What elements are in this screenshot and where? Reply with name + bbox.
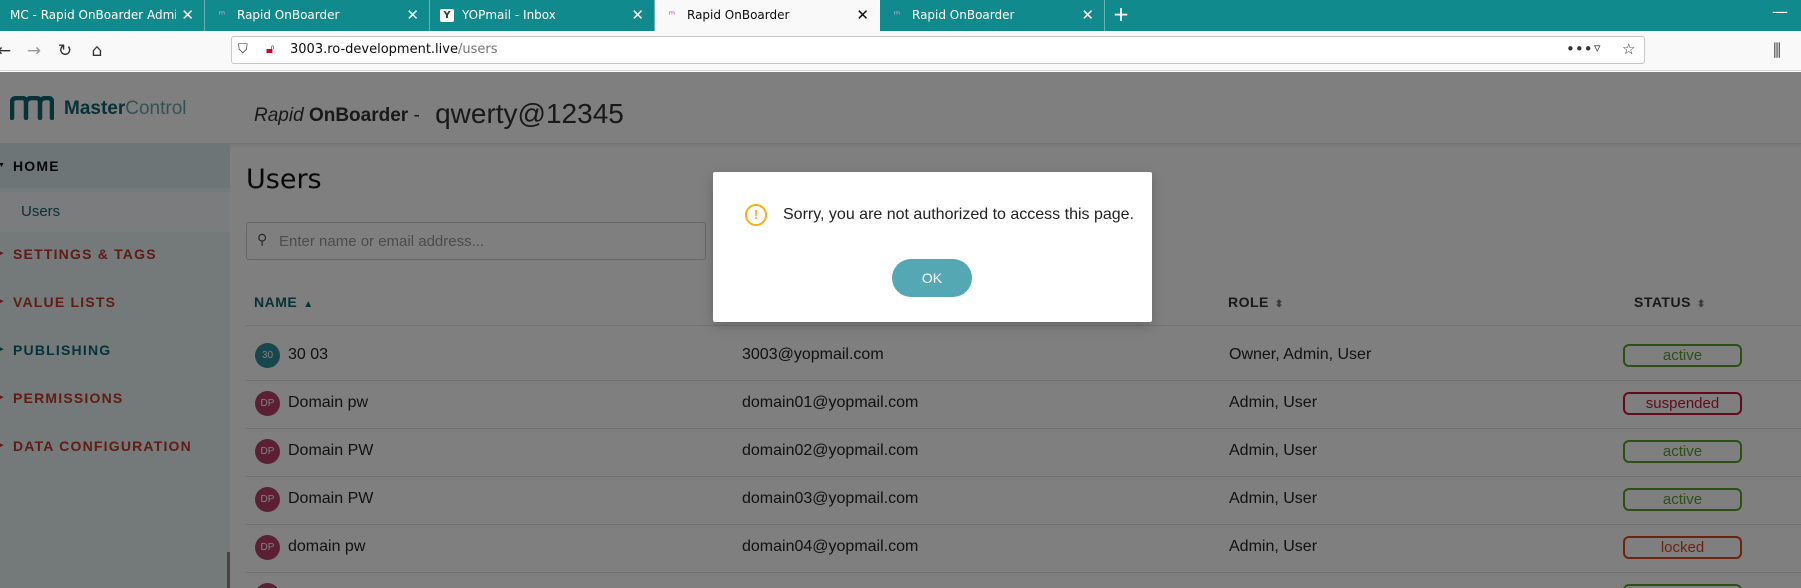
tab-title: Rapid OnBoarder [237,8,340,22]
browser-tab-active[interactable]: ᵐ Rapid OnBoarder ✕ [655,0,880,31]
close-tab-icon[interactable]: ✕ [631,0,644,31]
library-icon[interactable]: ⫼ [1765,39,1789,63]
close-tab-icon[interactable]: ✕ [406,0,419,31]
minimize-icon[interactable]: — [1772,2,1788,21]
forward-arrow-icon[interactable]: → [22,39,46,63]
dialog-message: Sorry, you are not authorized to access … [783,206,1135,223]
mastercontrol-favicon-icon: ᵐ [218,10,226,21]
close-tab-icon[interactable]: ✕ [1081,0,1094,31]
warning-icon: ! [745,204,767,226]
pocket-icon[interactable]: ▿ [1594,41,1601,56]
browser-tab-bar: MC - Rapid OnBoarder Admin ✕ ᵐ Rapid OnB… [0,0,1801,31]
unauthorized-dialog: ! Sorry, you are not authorized to acces… [713,172,1152,322]
insecure-lock-icon[interactable]: 🔓︎ [266,42,274,57]
more-actions-icon[interactable]: ••• [1566,40,1593,58]
back-arrow-icon[interactable]: ← [0,39,16,63]
tab-title: YOPmail - Inbox [462,8,556,22]
tab-title: MC - Rapid OnBoarder Admin [10,8,176,22]
browser-nav-bar: ← → ↻ ⌂ ⛉ 🔓︎ 3003.ro-development.live/us… [0,31,1801,71]
url-text[interactable]: 3003.ro-development.live/users [290,37,497,63]
browser-tab[interactable]: ᵐ Rapid OnBoarder ✕ [205,0,430,31]
browser-tab[interactable]: Y YOPmail - Inbox ✕ [430,0,655,31]
url-bar[interactable]: ⛉ 🔓︎ 3003.ro-development.live/users ••• … [231,36,1645,64]
url-host: 3003.ro-development.live [290,42,458,57]
home-icon[interactable]: ⌂ [85,39,109,63]
reload-icon[interactable]: ↻ [53,39,77,63]
new-tab-plus-icon[interactable]: + [1108,0,1134,31]
close-tab-icon[interactable]: ✕ [856,0,869,31]
yopmail-favicon-icon: Y [440,9,454,22]
shield-icon[interactable]: ⛉ [238,42,248,57]
modal-overlay[interactable] [0,72,1801,588]
mastercontrol-favicon-icon: ᵐ [668,10,676,21]
browser-tab[interactable]: ᵐ Rapid OnBoarder ✕ [880,0,1105,31]
close-tab-icon[interactable]: ✕ [181,0,194,31]
mastercontrol-favicon-icon: ᵐ [893,10,901,21]
tab-title: Rapid OnBoarder [687,8,790,22]
bookmark-star-icon[interactable]: ☆ [1622,40,1635,58]
url-path: /users [457,42,498,57]
tab-title: Rapid OnBoarder [912,8,1015,22]
browser-tab[interactable]: MC - Rapid OnBoarder Admin ✕ [0,0,205,31]
ok-button[interactable]: OK [892,259,972,297]
